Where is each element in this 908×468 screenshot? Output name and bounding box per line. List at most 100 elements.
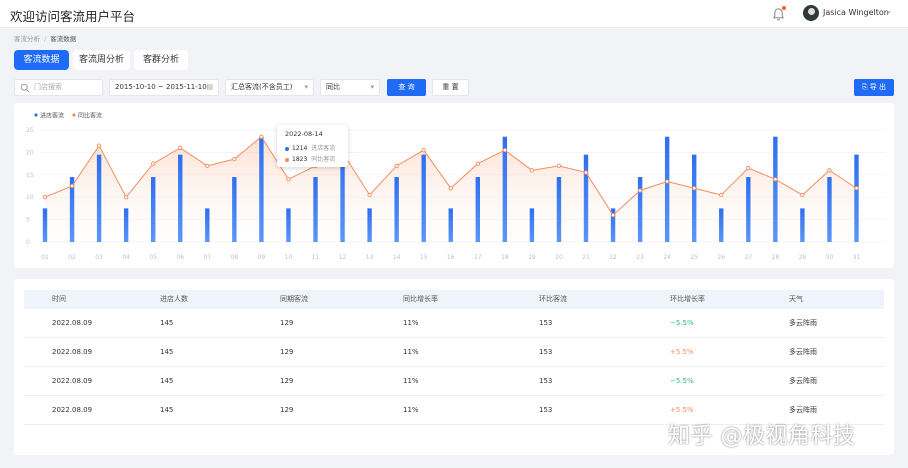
point-yoy — [610, 212, 616, 218]
traffic-type-select[interactable]: 汇总客流(不含员工) ▾ — [225, 79, 314, 96]
watermark: 知乎 @极视角科技 — [668, 424, 856, 449]
query-button[interactable]: 查 询 — [387, 79, 426, 96]
bar-visitors — [719, 208, 724, 242]
x-tick-label: 24 — [663, 254, 671, 261]
breadcrumb: 客流分析 / 客流数据 — [14, 33, 76, 43]
top-bar: 欢迎访问客流用户平台 Jasica Wingelton ⌄ — [0, 0, 908, 28]
breadcrumb-parent[interactable]: 客流分析 — [14, 35, 40, 43]
x-tick-label: 01 — [41, 254, 49, 261]
bar-visitors — [475, 177, 480, 242]
x-tick-label: 29 — [799, 254, 807, 261]
user-name[interactable]: Jasica Wingelton — [823, 8, 889, 17]
app-title: 欢迎访问客流用户平台 — [10, 9, 136, 24]
x-tick-label: 28 — [772, 254, 780, 261]
date-range-picker[interactable]: 2015-10-10 ~ 2015-11-10 ▤ — [109, 79, 219, 96]
x-tick-label: 15 — [420, 254, 428, 261]
tab-traffic-data[interactable]: 客流数据 — [14, 50, 69, 70]
tooltip-value: 1214 — [292, 145, 308, 152]
bar-visitors — [96, 154, 102, 242]
column-header: 进店人数 — [160, 295, 188, 303]
bar-visitors — [340, 154, 345, 242]
x-tick-label: 26 — [717, 254, 725, 261]
bar-visitors — [637, 177, 643, 242]
table-header: 时间 进店人数 同期客流 同比增长率 环比客流 环比增长率 天气 — [24, 290, 884, 309]
store-search-input[interactable]: 门店搜索 — [14, 79, 103, 96]
cell-mom-traffic: 153 — [539, 406, 553, 414]
bar-visitors — [746, 177, 751, 242]
legend-label-visitors: 进店客流 — [40, 112, 64, 120]
x-tick-label: 07 — [203, 254, 211, 261]
legend-dot-yoy — [72, 113, 76, 117]
x-tick-label: 17 — [474, 254, 482, 261]
cell-time: 2022.08.09 — [52, 348, 93, 356]
cell-visitors: 145 — [160, 377, 174, 385]
point-yoy — [124, 195, 129, 200]
tab-customer-group[interactable]: 客群分析 — [134, 50, 188, 70]
bar-visitors — [692, 154, 697, 242]
point-yoy — [800, 192, 805, 198]
point-yoy — [665, 179, 670, 184]
point-yoy — [151, 161, 156, 166]
column-header: 同比增长率 — [403, 295, 438, 303]
tab-weekly-analysis[interactable]: 客流周分析 — [73, 50, 130, 70]
bar-visitors — [286, 208, 291, 242]
avatar[interactable] — [803, 5, 819, 21]
point-yoy — [286, 177, 291, 182]
bar-visitors — [259, 136, 264, 242]
table-row: 2022.08.09 145 129 11% 153 −5.5% 多云阵雨 — [24, 367, 884, 396]
bar-visitors — [394, 177, 399, 242]
cell-time: 2022.08.09 — [52, 319, 93, 327]
legend-dot — [285, 146, 289, 151]
export-icon: ⎘ — [861, 83, 868, 91]
cell-mom-traffic: 153 — [539, 377, 553, 385]
search-icon — [20, 83, 30, 93]
legend-dot-visitors — [34, 113, 38, 117]
compare-mode-select[interactable]: 同比 ▾ — [320, 79, 380, 96]
point-yoy — [96, 143, 102, 148]
point-yoy — [232, 156, 237, 162]
point-yoy — [719, 192, 724, 198]
x-tick-label: 21 — [582, 254, 590, 261]
chevron-down-icon[interactable]: ⌄ — [885, 6, 893, 16]
reset-button[interactable]: 重 置 — [432, 79, 469, 96]
notification-badge — [782, 6, 786, 10]
x-tick-label: 25 — [690, 254, 698, 261]
x-tick-label: 02 — [68, 254, 76, 261]
bar-visitors — [367, 208, 372, 242]
export-button[interactable]: ⎘ 导 出 — [854, 79, 894, 96]
legend-label-yoy: 同比客流 — [78, 112, 102, 120]
y-tick-label: 20 — [26, 149, 34, 156]
point-yoy — [773, 177, 778, 182]
tooltip-label: 同比客流 — [311, 156, 336, 163]
x-tick-label: 05 — [149, 254, 157, 261]
x-tick-label: 18 — [501, 254, 509, 261]
point-yoy — [854, 186, 859, 191]
x-tick-label: 27 — [744, 254, 752, 261]
x-tick-label: 13 — [366, 254, 374, 261]
cell-yoy: 11% — [403, 348, 419, 356]
point-yoy — [692, 186, 697, 191]
bar-visitors — [827, 177, 832, 242]
bar-visitors — [854, 154, 859, 242]
breadcrumb-current: 客流数据 — [50, 35, 77, 43]
bar-visitors — [502, 136, 508, 242]
cell-weather: 多云阵雨 — [789, 377, 817, 385]
cell-weather: 多云阵雨 — [789, 348, 817, 356]
cell-mom-growth: −5.5% — [670, 319, 694, 327]
bar-visitors — [556, 177, 562, 242]
point-yoy — [394, 163, 399, 168]
caret-down-icon: ▾ — [304, 83, 308, 91]
bar-visitors — [178, 154, 183, 242]
bar-visitors — [42, 208, 48, 242]
cell-weather: 多云阵雨 — [789, 319, 817, 327]
chart-tooltip: 2022-08-14 1214 进店客流 1823 同比客流 — [277, 125, 348, 167]
column-header: 环比增长率 — [670, 295, 705, 303]
traffic-type-value: 汇总客流(不含员工) — [231, 83, 293, 91]
point-yoy — [205, 163, 210, 168]
tooltip-value: 1823 — [292, 156, 308, 163]
bar-visitors — [448, 208, 453, 242]
point-yoy — [421, 148, 426, 153]
chart-card: 进店客流 同比客流 0 5 10 15 20 25 01 02 03 04 05 06 07 08 09 10 11… — [14, 103, 894, 268]
y-tick-label: 10 — [26, 194, 34, 201]
bar-visitors — [773, 136, 778, 242]
